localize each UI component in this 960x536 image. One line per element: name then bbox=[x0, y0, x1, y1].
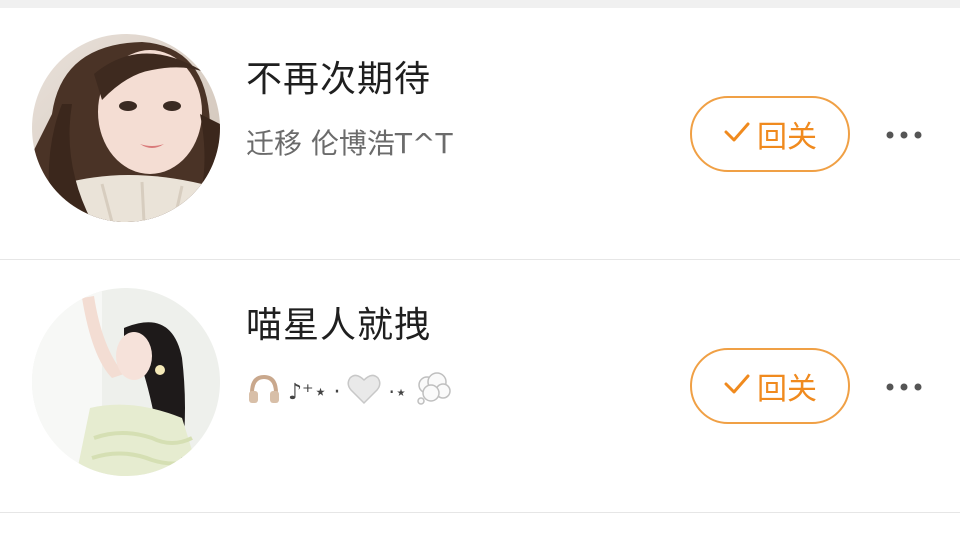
thought-bubble-icon bbox=[413, 371, 453, 414]
check-icon bbox=[723, 369, 751, 404]
more-horizontal-icon bbox=[884, 125, 924, 144]
follow-back-label: 回关 bbox=[757, 120, 817, 155]
follow-back-label: 回关 bbox=[757, 372, 817, 407]
bio-symbol: ·⋆ bbox=[388, 380, 408, 404]
white-heart-icon bbox=[346, 372, 382, 413]
user-list-item[interactable]: 不再次期待 迁移 伦博浩T^T 回关 bbox=[0, 8, 960, 260]
avatar[interactable] bbox=[32, 288, 220, 476]
user-bio: ♪⁺⋆ · ·⋆ bbox=[246, 371, 453, 414]
bio-symbol: ♪⁺⋆ bbox=[288, 379, 328, 405]
more-options-button[interactable] bbox=[884, 114, 924, 154]
username[interactable]: 不再次期待 bbox=[246, 50, 431, 102]
more-options-button[interactable] bbox=[884, 366, 924, 406]
bio-symbol: · bbox=[333, 379, 341, 405]
more-horizontal-icon bbox=[884, 377, 924, 396]
headphones-icon bbox=[246, 371, 282, 414]
top-separator bbox=[0, 0, 960, 8]
avatar[interactable] bbox=[32, 34, 220, 222]
follow-back-button[interactable]: 回关 bbox=[690, 96, 850, 172]
user-list-item[interactable]: 喵星人就拽 ♪⁺⋆ · ·⋆ 回关 bbox=[0, 260, 960, 512]
follow-back-button[interactable]: 回关 bbox=[690, 348, 850, 424]
bottom-area bbox=[0, 513, 960, 536]
username[interactable]: 喵星人就拽 bbox=[246, 296, 431, 348]
check-icon bbox=[723, 117, 751, 152]
user-bio: 迁移 伦博浩T^T bbox=[246, 127, 453, 160]
